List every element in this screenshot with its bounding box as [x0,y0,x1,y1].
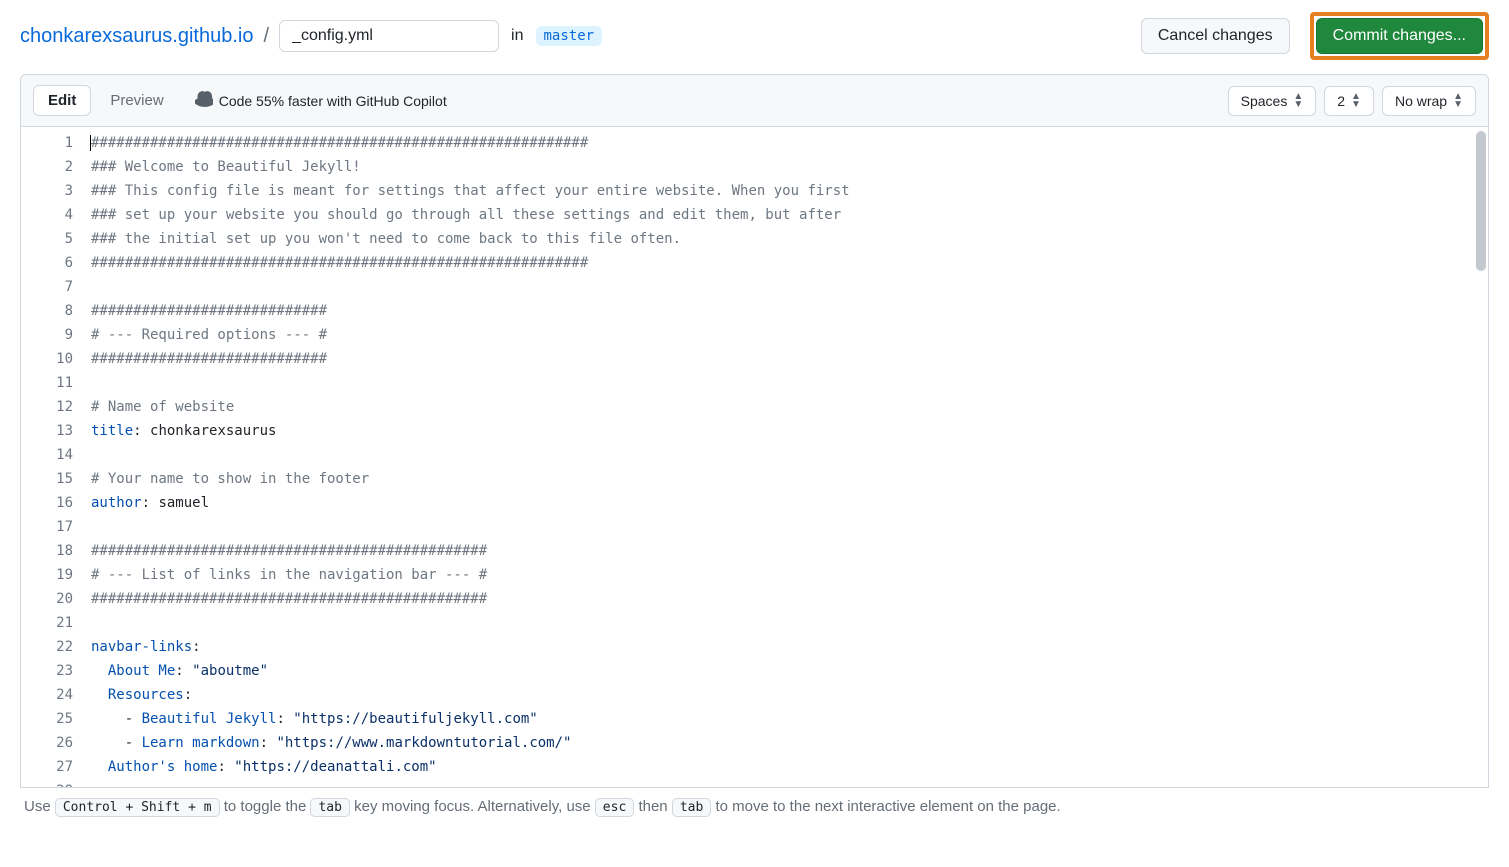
path-separator: / [263,25,269,48]
updown-icon: ▲▼ [1351,93,1361,109]
kbd-tab: tab [310,798,349,817]
line-number: 16 [21,491,73,515]
in-label: in [511,27,523,45]
wrap-mode-select[interactable]: No wrap ▲▼ [1382,86,1476,116]
code-line[interactable]: title: chonkarexsaurus [91,419,1480,443]
line-number: 11 [21,371,73,395]
line-number: 10 [21,347,73,371]
code-editor[interactable]: 1234567891011121314151617181920212223242… [21,127,1488,787]
updown-icon: ▲▼ [1453,93,1463,109]
hint-text: Use [24,798,55,815]
hint-text: key moving focus. Alternatively, use [354,798,595,815]
code-line[interactable]: ### set up your website you should go th… [91,203,1480,227]
line-number: 5 [21,227,73,251]
code-line[interactable] [91,779,1480,787]
scrollbar-track[interactable] [1476,131,1486,783]
line-number: 8 [21,299,73,323]
copilot-icon [195,90,213,111]
line-number: 2 [21,155,73,179]
code-line[interactable]: # Your name to show in the footer [91,467,1480,491]
preview-tab[interactable]: Preview [95,85,178,116]
code-line[interactable]: ########################################… [91,587,1480,611]
code-line[interactable]: ############################ [91,299,1480,323]
code-line[interactable]: Resources: [91,683,1480,707]
code-line[interactable]: ########################################… [91,251,1480,275]
line-number: 21 [21,611,73,635]
code-content[interactable]: ############################ ############… [91,127,1488,787]
editor-frame: Edit Preview Code 55% faster with GitHub… [20,74,1489,788]
code-line[interactable] [91,371,1480,395]
line-number: 15 [21,467,73,491]
code-line[interactable] [91,515,1480,539]
code-line[interactable]: - Learn markdown: "https://www.markdownt… [91,731,1480,755]
line-number: 14 [21,443,73,467]
line-number: 24 [21,683,73,707]
code-line[interactable]: Author's home: "https://deanattali.com" [91,755,1480,779]
breadcrumb-bar: chonkarexsaurus.github.io / in master Ca… [0,0,1509,74]
line-number: 27 [21,755,73,779]
code-line[interactable]: About Me: "aboutme" [91,659,1480,683]
branch-badge[interactable]: master [536,26,603,46]
line-number: 18 [21,539,73,563]
view-tabs: Edit Preview [33,85,179,116]
edit-tab[interactable]: Edit [33,85,91,116]
code-line[interactable]: ### Welcome to Beautiful Jekyll! [91,155,1480,179]
wrap-mode-label: No wrap [1395,93,1447,109]
code-line[interactable]: ########################################… [91,131,1480,155]
indent-mode-select[interactable]: Spaces ▲▼ [1228,86,1317,116]
line-number: 7 [21,275,73,299]
indent-size-select[interactable]: 2 ▲▼ [1324,86,1374,116]
line-number: 3 [21,179,73,203]
cancel-changes-button[interactable]: Cancel changes [1141,18,1290,54]
copilot-text: Code 55% faster with GitHub Copilot [219,93,447,109]
commit-highlight: Commit changes... [1310,12,1489,60]
line-number: 6 [21,251,73,275]
code-line[interactable]: author: samuel [91,491,1480,515]
commit-changes-button[interactable]: Commit changes... [1316,18,1483,54]
line-gutter: 1234567891011121314151617181920212223242… [21,127,91,787]
code-line[interactable]: ### This config file is meant for settin… [91,179,1480,203]
line-number: 26 [21,731,73,755]
code-line[interactable] [91,611,1480,635]
code-line[interactable] [91,443,1480,467]
code-line[interactable]: # --- List of links in the navigation ba… [91,563,1480,587]
kbd-esc: esc [595,798,634,817]
kbd-ctrl-shift-m: Control + Shift + m [55,798,220,817]
code-line[interactable]: # Name of website [91,395,1480,419]
code-line[interactable]: # --- Required options --- # [91,323,1480,347]
line-number: 17 [21,515,73,539]
hint-text: to toggle the [224,798,311,815]
line-number: 4 [21,203,73,227]
code-line[interactable]: ########################################… [91,539,1480,563]
copilot-hint[interactable]: Code 55% faster with GitHub Copilot [195,90,447,111]
line-number: 9 [21,323,73,347]
line-number: 25 [21,707,73,731]
line-number: 22 [21,635,73,659]
line-number: 23 [21,659,73,683]
code-line[interactable]: navbar-links: [91,635,1480,659]
code-line[interactable]: ############################ [91,347,1480,371]
code-line[interactable]: ### the initial set up you won't need to… [91,227,1480,251]
line-number: 1 [21,131,73,155]
line-number: 19 [21,563,73,587]
code-line[interactable]: - Beautiful Jekyll: "https://beautifulje… [91,707,1480,731]
keyboard-hint: Use Control + Shift + m to toggle the ta… [0,788,1509,831]
indent-size-label: 2 [1337,93,1345,109]
hint-text: then [638,798,671,815]
code-line[interactable] [91,275,1480,299]
line-number: 13 [21,419,73,443]
line-number: 28 [21,779,73,787]
filename-input[interactable] [279,20,499,52]
indent-mode-label: Spaces [1241,93,1288,109]
scrollbar-thumb[interactable] [1476,131,1486,271]
line-number: 12 [21,395,73,419]
hint-text: to move to the next interactive element … [715,798,1060,815]
line-number: 20 [21,587,73,611]
updown-icon: ▲▼ [1293,93,1303,109]
editor-toolbar: Edit Preview Code 55% faster with GitHub… [21,75,1488,127]
repo-link[interactable]: chonkarexsaurus.github.io [20,25,253,48]
kbd-tab: tab [672,798,711,817]
